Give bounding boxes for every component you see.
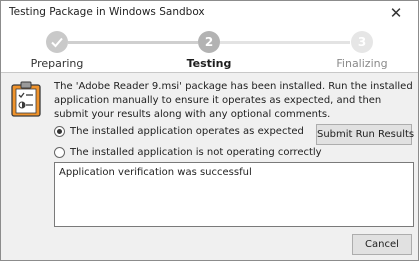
close-icon[interactable]: ✕	[376, 1, 416, 25]
radio-not-operating[interactable]: The installed application is not operati…	[54, 146, 394, 160]
progress-line-right	[220, 41, 350, 44]
radio-not-operating-label: The installed application is not operati…	[70, 147, 322, 158]
radio-button-unselected[interactable]	[54, 147, 65, 158]
title-bar: Testing Package in Windows Sandbox ✕	[1, 1, 418, 25]
wizard-progress: 2 3 Preparing Testing Finalizing	[1, 25, 418, 72]
step-testing-circle: 2	[198, 31, 220, 53]
step-preparing-checkmark-icon	[46, 31, 68, 53]
instruction-message: The 'Adobe Reader 9.msi' package has bee…	[54, 81, 413, 120]
header-divider	[1, 72, 418, 73]
step-preparing-label: Preparing	[30, 57, 84, 70]
step-testing-label: Testing	[186, 57, 232, 70]
comments-textarea[interactable]: Application verification was successful	[54, 162, 414, 227]
step-finalizing-label: Finalizing	[336, 57, 388, 70]
radio-button-selected[interactable]	[54, 126, 65, 137]
radio-operates-expected-label: The installed application operates as ex…	[70, 126, 304, 137]
cancel-button[interactable]: Cancel	[352, 234, 412, 255]
window-title: Testing Package in Windows Sandbox	[9, 6, 205, 18]
step-finalizing-circle: 3	[351, 31, 373, 53]
radio-dot	[57, 129, 62, 134]
progress-line-left	[68, 41, 198, 44]
dialog-window: Testing Package in Windows Sandbox ✕ 2 3…	[0, 0, 419, 261]
submit-run-results-button[interactable]: Submit Run Results	[316, 124, 414, 145]
clipboard-checklist-icon	[11, 81, 41, 117]
